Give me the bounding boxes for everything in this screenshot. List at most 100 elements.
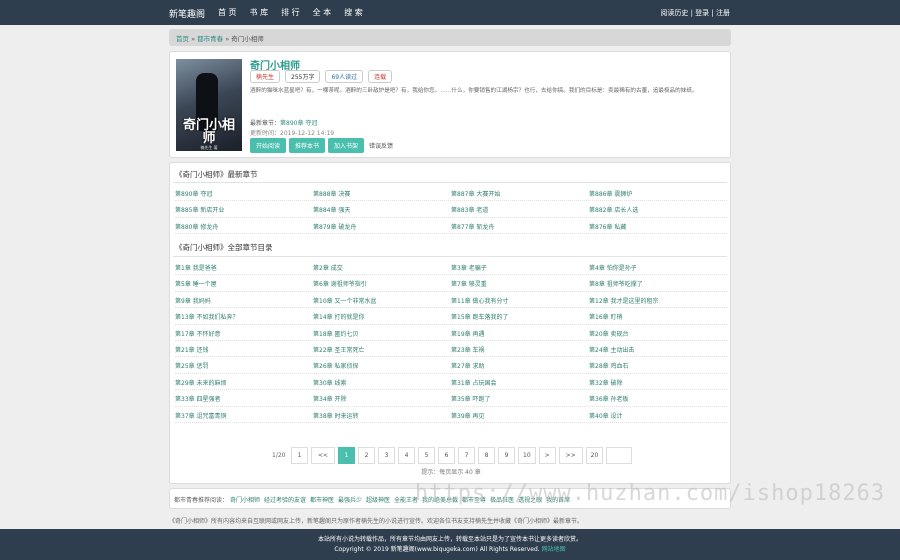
recommend-book-link[interactable]: 都市神医: [310, 497, 334, 504]
start-reading-button[interactable]: 开始阅读: [250, 138, 287, 153]
chapter-link[interactable]: 第890章 夺冠: [175, 185, 313, 200]
chapter-link[interactable]: 第28章 鸡血石: [589, 357, 727, 372]
chapter-link[interactable]: 第887章 大赛开始: [451, 185, 589, 200]
chapter-link[interactable]: 第1章 我是爸爸: [175, 259, 313, 274]
chapter-link[interactable]: 第40章 设计: [589, 407, 727, 422]
latest-chapter-link[interactable]: 第890章 夺冠: [280, 120, 317, 127]
chapter-link[interactable]: 第7章 够灵重: [451, 275, 589, 290]
page-button[interactable]: 9: [498, 447, 515, 464]
next-page-button[interactable]: >: [538, 447, 556, 464]
chapter-link[interactable]: 第6章 谢祖师爷指引: [313, 275, 451, 290]
book-cover[interactable]: 奇门小相师 楠先生 著: [176, 59, 242, 151]
chapter-link[interactable]: 第16章 盯梢: [589, 308, 727, 323]
chapter-link[interactable]: 第19章 再遇: [451, 325, 589, 340]
nav-search[interactable]: 搜 索: [344, 7, 363, 18]
chapter-link[interactable]: 第36章 孙老板: [589, 390, 727, 405]
last-page-button[interactable]: 20: [585, 447, 604, 464]
page-button[interactable]: 2: [358, 447, 375, 464]
breadcrumb-sep: »: [225, 35, 230, 43]
chapter-link[interactable]: 第29章 未来的麻烦: [175, 374, 313, 389]
chapter-link[interactable]: 第25章 惩罚: [175, 357, 313, 372]
site-logo[interactable]: 新笔趣阁: [169, 7, 205, 20]
footer: 本站所有小说为转载作品，所有章节均由网友上传，转载至本站只是为了宣传本书让更多读…: [0, 529, 900, 560]
chapter-link[interactable]: 第883章 老道: [451, 201, 589, 216]
divider: [173, 256, 727, 257]
breadcrumb-home[interactable]: 首页: [176, 35, 189, 43]
feedback-link[interactable]: 错误反馈: [369, 141, 393, 150]
recommend-button[interactable]: 推荐本书: [289, 138, 326, 153]
chapter-link[interactable]: 第24章 主动出击: [589, 341, 727, 356]
breadcrumb-category[interactable]: 都市青春: [197, 35, 223, 43]
page-button[interactable]: 7: [458, 447, 475, 464]
nav-complete[interactable]: 全 本: [313, 7, 332, 18]
recommend-book-link[interactable]: 奇门小相师: [230, 497, 260, 504]
chapter-link[interactable]: 第884章 强天: [313, 201, 451, 216]
add-bookshelf-button[interactable]: 加入书架: [328, 138, 365, 153]
chapter-link[interactable]: 第18章 匿约七贝: [313, 325, 451, 340]
page-button[interactable]: 6: [438, 447, 455, 464]
chapter-link[interactable]: 第886章 震狮炉: [589, 185, 727, 200]
page-button[interactable]: 5: [418, 447, 435, 464]
prev-page-button[interactable]: <<: [311, 447, 335, 464]
chapter-link[interactable]: 第35章 吓跑了: [451, 390, 589, 405]
chapter-link[interactable]: 第37章 诅咒富青铜: [175, 407, 313, 422]
author-tag[interactable]: 楠先生: [250, 70, 281, 83]
divider: [173, 182, 727, 183]
page-button[interactable]: 1: [338, 447, 355, 464]
chapter-link[interactable]: 第5章 睡一个屋: [175, 275, 313, 290]
chapter-link[interactable]: 第14章 打的就是你: [313, 308, 451, 323]
next-group-button[interactable]: >>: [558, 447, 583, 464]
chapter-row: 第880章 修龙舟 第879章 破龙舟 第877章 斩龙舟 第876章 私藏: [175, 218, 727, 235]
chapter-link[interactable]: 第31章 占玩国会: [451, 374, 589, 389]
page-jump-box[interactable]: [606, 447, 633, 464]
chapter-link[interactable]: 第9章 我妈妈: [175, 292, 313, 307]
nav-home[interactable]: 首 页: [218, 7, 237, 18]
nav-library[interactable]: 书 库: [250, 7, 269, 18]
chapter-link[interactable]: 第880章 修龙舟: [175, 218, 313, 233]
chapter-link[interactable]: 第877章 斩龙舟: [451, 218, 589, 233]
chapter-link[interactable]: 第38章 时来运转: [313, 407, 451, 422]
chapter-link[interactable]: 第876章 私藏: [589, 218, 727, 233]
first-page-button[interactable]: 1: [291, 447, 308, 464]
nav-ranking[interactable]: 排 行: [281, 7, 300, 18]
chapter-link[interactable]: 第39章 再见: [451, 407, 589, 422]
chapter-link[interactable]: 第21章 还钱: [175, 341, 313, 356]
recommend-book-link[interactable]: 超级神医: [366, 497, 390, 504]
chapter-link[interactable]: 第882章 店长人选: [589, 201, 727, 216]
page-button[interactable]: 10: [518, 447, 536, 464]
chapter-link[interactable]: 第20章 卖砚台: [589, 325, 727, 340]
chapter-link[interactable]: 第12章 我才是这里的租宗: [589, 292, 727, 307]
chapter-link[interactable]: 第4章 怕你是孙子: [589, 259, 727, 274]
sitemap-link[interactable]: 网站地图: [542, 546, 566, 553]
chapter-link[interactable]: 第11章 做心我有分寸: [451, 292, 589, 307]
chapter-link[interactable]: 第879章 破龙舟: [313, 218, 451, 233]
recommend-book-link[interactable]: 经过考验的友谊: [264, 497, 306, 504]
chapter-link[interactable]: 第34章 开除: [313, 390, 451, 405]
chapter-link[interactable]: 第30章 线索: [313, 374, 451, 389]
chapter-link[interactable]: 第26章 私家侦探: [313, 357, 451, 372]
pager-hint: 提示：每页显示 40 章: [421, 469, 481, 476]
chapter-link[interactable]: 第13章 不如我们私奔？: [175, 308, 313, 323]
chapter-link[interactable]: 第32章 破除: [589, 374, 727, 389]
chapter-link[interactable]: 第888章 决赛: [313, 185, 451, 200]
page-button[interactable]: 4: [398, 447, 415, 464]
chapter-link[interactable]: 第885章 新店开业: [175, 201, 313, 216]
catalog-title: 《奇门小相师》全部章节目录: [175, 243, 273, 252]
page-button[interactable]: 8: [478, 447, 495, 464]
chapter-link[interactable]: 第2章 成交: [313, 259, 451, 274]
word-count-tag: 255万字: [285, 70, 321, 83]
chapter-link[interactable]: 第27章 求助: [451, 357, 589, 372]
catalog-grid: 第1章 我是爸爸 第2章 成交 第3章 老骗子 第4章 怕你是孙子第5章 睡一个屋 第6…: [175, 259, 727, 423]
chapter-link[interactable]: 第10章 又一个非常水盆: [313, 292, 451, 307]
chapter-link[interactable]: 第17章 不怀好意: [175, 325, 313, 340]
user-links[interactable]: 阅读历史 | 登录 | 注册: [660, 8, 730, 18]
chapter-link[interactable]: 第23章 车祸: [451, 341, 589, 356]
chapter-link[interactable]: 第3章 老骗子: [451, 259, 589, 274]
recommend-book-link[interactable]: 最强兵少: [338, 497, 362, 504]
chapter-link[interactable]: 第33章 四星强者: [175, 390, 313, 405]
page-button[interactable]: 3: [378, 447, 395, 464]
chapter-link[interactable]: 第15章 跑车落我的了: [451, 308, 589, 323]
chapter-link[interactable]: 第8章 祖师爷吃撑了: [589, 275, 727, 290]
chapter-row: 第25章 惩罚 第26章 私家侦探 第27章 求助 第28章 鸡血石: [175, 357, 727, 374]
chapter-link[interactable]: 第22章 圣王常死亡: [313, 341, 451, 356]
